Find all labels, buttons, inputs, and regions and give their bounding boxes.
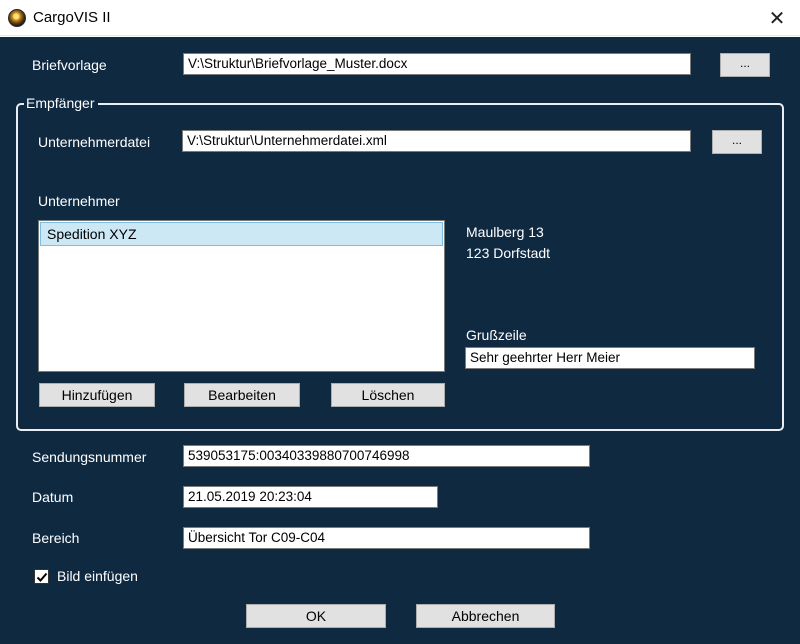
address-block: Maulberg 13 123 Dorfstadt (466, 222, 550, 264)
sendungsnummer-field[interactable]: 539053175:00340339880700746998 (183, 445, 590, 467)
address-city: 123 Dorfstadt (466, 245, 551, 261)
grusszeile-label: Grußzeile (466, 327, 527, 343)
unternehmerdatei-browse-button[interactable]: ... (712, 130, 762, 154)
unternehmer-label: Unternehmer (38, 193, 120, 209)
sendungsnummer-label: Sendungsnummer (32, 449, 147, 465)
app-logo-icon (8, 9, 26, 27)
address-street: Maulberg 13 (466, 224, 544, 240)
loeschen-button[interactable]: Löschen (331, 383, 445, 407)
list-item[interactable]: Spedition XYZ (40, 222, 443, 246)
bild-einfuegen-checkbox[interactable] (34, 569, 49, 584)
window-title: CargoVIS II (33, 9, 111, 26)
bereich-label: Bereich (32, 530, 80, 546)
bereich-field[interactable]: Übersicht Tor C09-C04 (183, 527, 590, 549)
unternehmerdatei-label: Unternehmerdatei (38, 134, 151, 150)
ok-button[interactable]: OK (246, 604, 386, 628)
briefvorlage-field[interactable]: V:\Struktur\Briefvorlage_Muster.docx (183, 53, 691, 75)
hinzufuegen-button[interactable]: Hinzufügen (39, 383, 155, 407)
grusszeile-field[interactable]: Sehr geehrter Herr Meier (465, 347, 755, 369)
close-window-button[interactable]: ✕ (754, 0, 800, 36)
abbrechen-button[interactable]: Abbrechen (416, 604, 555, 628)
unternehmerdatei-field[interactable]: V:\Struktur\Unternehmerdatei.xml (182, 130, 691, 152)
empfaenger-legend: Empfänger (24, 94, 99, 112)
title-bar: CargoVIS II ✕ (0, 0, 800, 36)
datum-field[interactable]: 21.05.2019 20:23:04 (183, 486, 438, 508)
datum-label: Datum (32, 489, 74, 505)
checkmark-icon (36, 572, 47, 582)
dialog-body: Briefvorlage V:\Struktur\Briefvorlage_Mu… (0, 37, 800, 644)
briefvorlage-label: Briefvorlage (32, 57, 107, 73)
briefvorlage-browse-button[interactable]: ... (720, 53, 770, 77)
bearbeiten-button[interactable]: Bearbeiten (184, 383, 300, 407)
bild-einfuegen-label: Bild einfügen (57, 568, 138, 584)
unternehmer-listbox[interactable]: Spedition XYZ (38, 220, 445, 372)
